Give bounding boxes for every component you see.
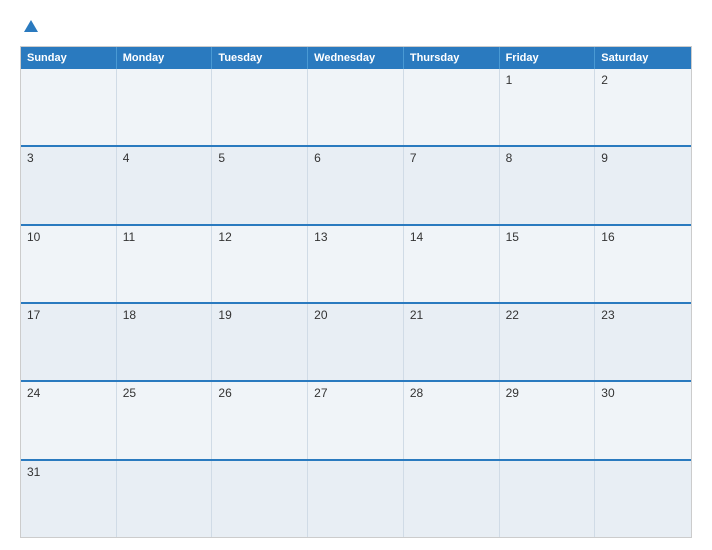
calendar-cell: 18 — [117, 304, 213, 380]
col-tuesday: Tuesday — [212, 47, 308, 69]
day-number: 8 — [506, 151, 589, 165]
calendar-cell: 14 — [404, 226, 500, 302]
calendar-cell — [500, 461, 596, 537]
col-saturday: Saturday — [595, 47, 691, 69]
calendar-cell: 13 — [308, 226, 404, 302]
col-friday: Friday — [500, 47, 596, 69]
day-number: 17 — [27, 308, 110, 322]
calendar-cell: 30 — [595, 382, 691, 458]
day-number: 2 — [601, 73, 685, 87]
calendar-cell: 26 — [212, 382, 308, 458]
calendar-cell: 9 — [595, 147, 691, 223]
page: Sunday Monday Tuesday Wednesday Thursday… — [0, 0, 712, 550]
calendar-cell: 27 — [308, 382, 404, 458]
day-number: 4 — [123, 151, 206, 165]
day-number: 10 — [27, 230, 110, 244]
calendar-cell — [404, 461, 500, 537]
day-number: 28 — [410, 386, 493, 400]
day-number: 14 — [410, 230, 493, 244]
calendar-cell: 31 — [21, 461, 117, 537]
calendar-cell: 2 — [595, 69, 691, 145]
calendar-cell: 29 — [500, 382, 596, 458]
day-number: 29 — [506, 386, 589, 400]
day-number: 5 — [218, 151, 301, 165]
day-number: 15 — [506, 230, 589, 244]
day-number: 31 — [27, 465, 110, 479]
header — [20, 18, 692, 36]
calendar-cell: 23 — [595, 304, 691, 380]
calendar-cell — [117, 69, 213, 145]
calendar-week-5: 24 25 26 27 28 29 30 — [21, 380, 691, 458]
day-number: 26 — [218, 386, 301, 400]
calendar-cell: 1 — [500, 69, 596, 145]
day-number: 16 — [601, 230, 685, 244]
calendar-cell: 4 — [117, 147, 213, 223]
calendar-cell — [117, 461, 213, 537]
calendar-week-6: 31 — [21, 459, 691, 537]
day-number: 19 — [218, 308, 301, 322]
calendar-cell: 6 — [308, 147, 404, 223]
day-number: 20 — [314, 308, 397, 322]
calendar-cell: 16 — [595, 226, 691, 302]
calendar: Sunday Monday Tuesday Wednesday Thursday… — [20, 46, 692, 538]
calendar-header: Sunday Monday Tuesday Wednesday Thursday… — [21, 47, 691, 69]
day-number: 9 — [601, 151, 685, 165]
day-number: 30 — [601, 386, 685, 400]
calendar-cell: 10 — [21, 226, 117, 302]
day-number: 6 — [314, 151, 397, 165]
day-number: 23 — [601, 308, 685, 322]
calendar-cell: 12 — [212, 226, 308, 302]
calendar-cell: 24 — [21, 382, 117, 458]
calendar-cell — [21, 69, 117, 145]
calendar-cell: 22 — [500, 304, 596, 380]
day-number: 1 — [506, 73, 589, 87]
calendar-cell: 17 — [21, 304, 117, 380]
day-number: 18 — [123, 308, 206, 322]
day-number: 21 — [410, 308, 493, 322]
calendar-week-3: 10 11 12 13 14 15 16 — [21, 224, 691, 302]
day-number: 22 — [506, 308, 589, 322]
day-number: 24 — [27, 386, 110, 400]
calendar-cell: 25 — [117, 382, 213, 458]
calendar-cell: 19 — [212, 304, 308, 380]
calendar-week-4: 17 18 19 20 21 22 23 — [21, 302, 691, 380]
day-number: 25 — [123, 386, 206, 400]
day-number: 7 — [410, 151, 493, 165]
calendar-cell: 8 — [500, 147, 596, 223]
day-number: 13 — [314, 230, 397, 244]
day-number: 12 — [218, 230, 301, 244]
calendar-cell — [404, 69, 500, 145]
col-monday: Monday — [117, 47, 213, 69]
col-sunday: Sunday — [21, 47, 117, 69]
calendar-cell: 15 — [500, 226, 596, 302]
calendar-cell — [212, 69, 308, 145]
logo-icon — [22, 18, 40, 36]
calendar-week-1: 12 — [21, 69, 691, 145]
calendar-cell — [595, 461, 691, 537]
day-number: 11 — [123, 230, 206, 244]
calendar-cell: 3 — [21, 147, 117, 223]
calendar-cell: 28 — [404, 382, 500, 458]
calendar-cell — [212, 461, 308, 537]
calendar-cell — [308, 461, 404, 537]
logo — [20, 18, 40, 36]
calendar-cell: 21 — [404, 304, 500, 380]
calendar-cell: 20 — [308, 304, 404, 380]
day-number: 27 — [314, 386, 397, 400]
calendar-cell: 11 — [117, 226, 213, 302]
calendar-cell — [308, 69, 404, 145]
calendar-week-2: 3456789 — [21, 145, 691, 223]
day-number: 3 — [27, 151, 110, 165]
calendar-cell: 5 — [212, 147, 308, 223]
calendar-cell: 7 — [404, 147, 500, 223]
calendar-body: 1234567891011121314151617181920212223242… — [21, 69, 691, 537]
col-wednesday: Wednesday — [308, 47, 404, 69]
col-thursday: Thursday — [404, 47, 500, 69]
